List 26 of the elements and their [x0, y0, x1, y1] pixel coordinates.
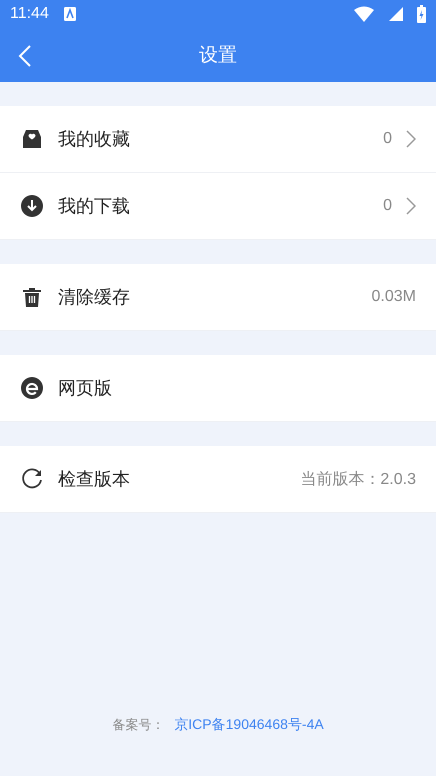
download-icon: [20, 194, 44, 218]
settings-row[interactable]: 网页版: [0, 355, 436, 422]
notification-icon: [62, 6, 77, 22]
page-title: 设置: [199, 43, 237, 68]
settings-row[interactable]: 清除缓存 0.03M: [0, 264, 436, 331]
settings-row[interactable]: 我的下载 0: [0, 173, 436, 240]
trash-icon: [20, 285, 44, 309]
row-label: 我的下载: [58, 195, 131, 218]
settings-row[interactable]: 我的收藏 0: [0, 106, 436, 173]
row-value: 0: [383, 130, 392, 148]
row-label: 检查版本: [58, 468, 131, 491]
signal-icon: [389, 7, 403, 21]
wifi-icon: [353, 6, 375, 22]
refresh-icon: [20, 467, 44, 491]
row-label: 网页版: [58, 377, 113, 400]
status-time: 11:44: [10, 5, 49, 23]
inbox-heart-icon: [20, 127, 44, 151]
row-value: 当前版本：2.0.3: [300, 470, 416, 490]
row-label: 我的收藏: [58, 128, 131, 151]
footer-label: 备案号：: [112, 717, 164, 734]
row-label: 清除缓存: [58, 286, 131, 309]
settings-row[interactable]: 检查版本 当前版本：2.0.3: [0, 446, 436, 513]
browser-icon: [20, 376, 44, 400]
row-value: 0: [383, 197, 392, 215]
battery-icon: [417, 5, 426, 23]
row-value: 0.03M: [372, 288, 416, 306]
